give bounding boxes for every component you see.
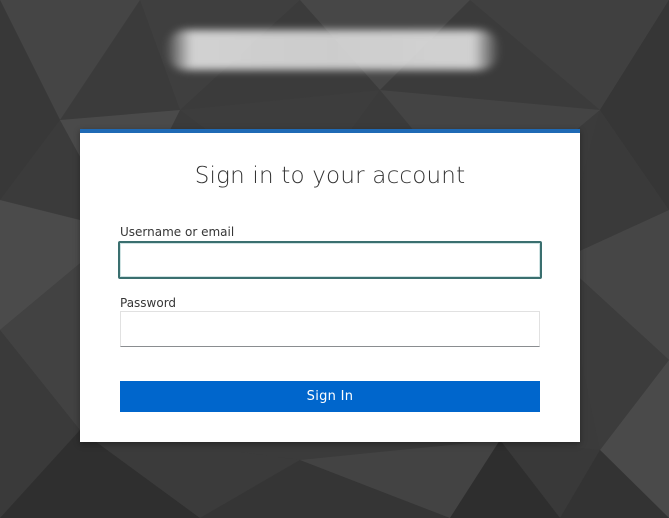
login-card: Sign in to your account Username or emai… xyxy=(80,129,580,442)
username-label: Username or email xyxy=(120,225,235,239)
username-input[interactable] xyxy=(118,241,542,279)
password-label: Password xyxy=(120,296,177,310)
sign-in-button[interactable]: Sign In xyxy=(120,381,540,412)
brand-logo-blurred xyxy=(165,30,500,70)
password-input[interactable] xyxy=(120,311,540,347)
page-title: Sign in to your account xyxy=(194,163,466,189)
